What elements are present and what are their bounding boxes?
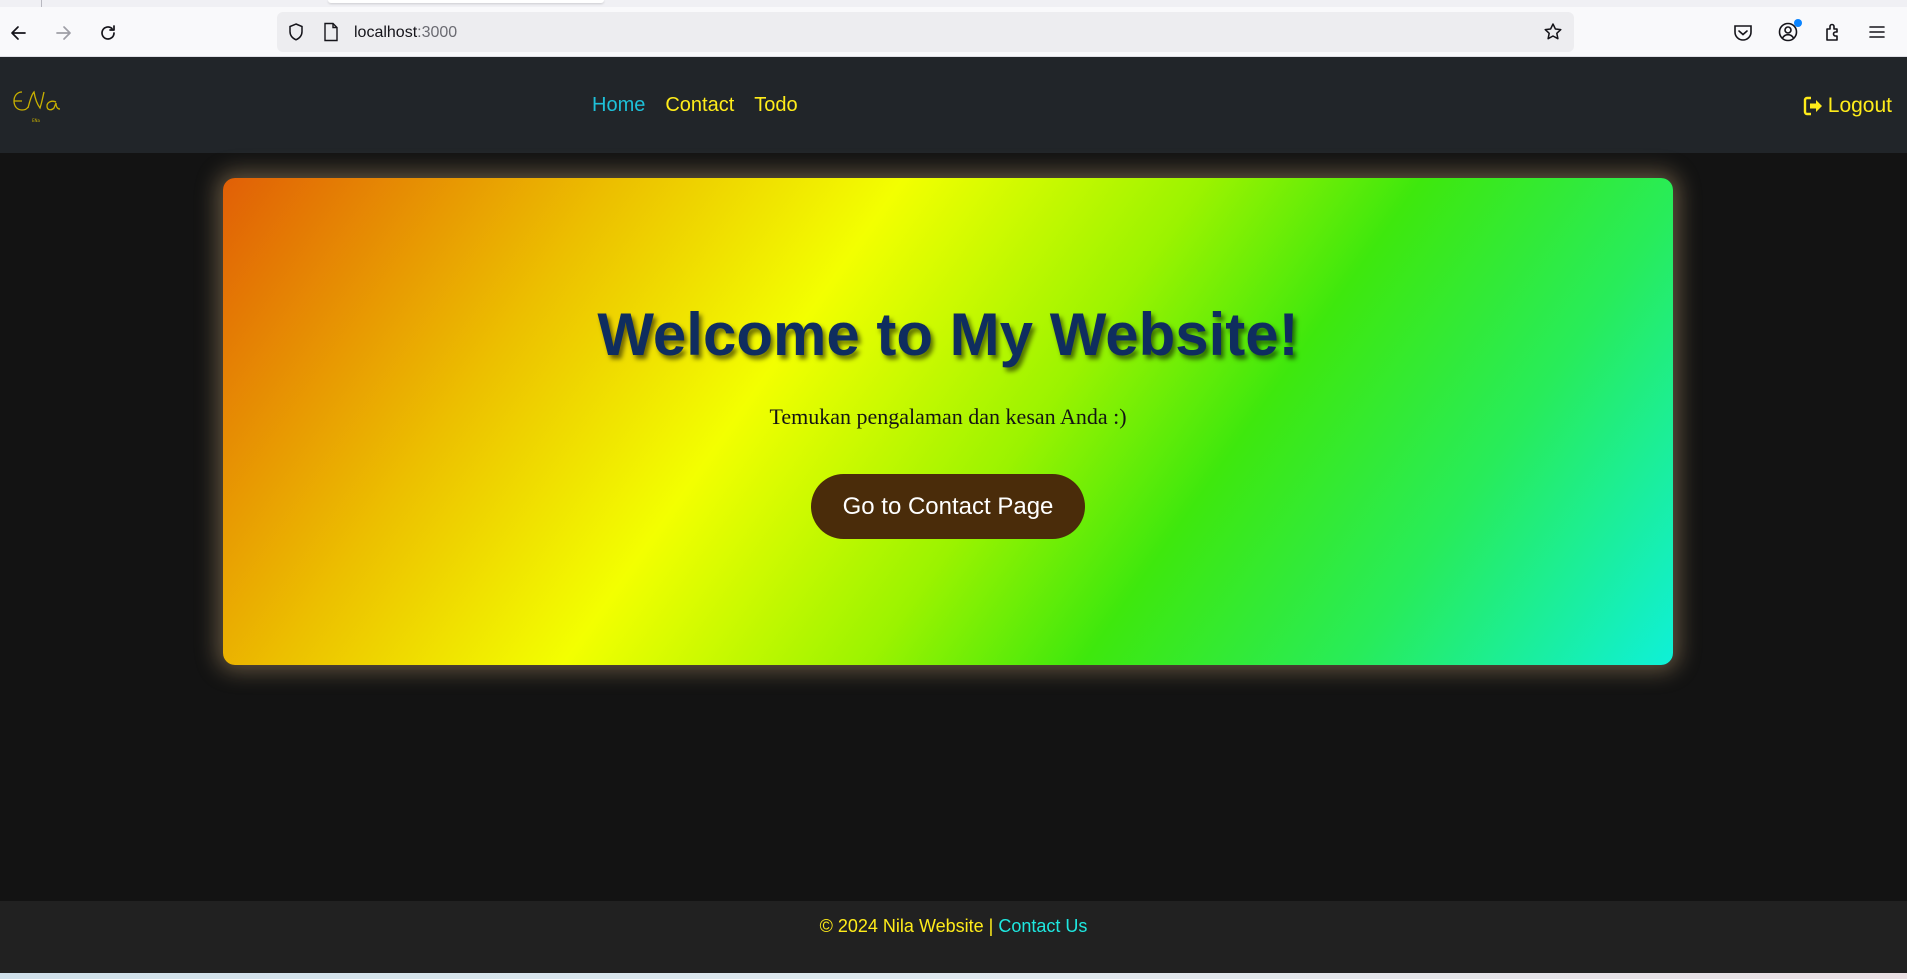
forward-icon [56, 26, 71, 40]
footer-contact-link[interactable]: Contact Us [998, 916, 1087, 936]
nav-link-todo[interactable]: Todo [754, 94, 797, 117]
nav-menu: Home Contact Todo [592, 94, 798, 117]
hero-title: Welcome to My Website! [597, 301, 1299, 368]
footer-copyright: © 2024 Nila Website | [819, 916, 999, 936]
go-to-contact-button[interactable]: Go to Contact Page [811, 474, 1085, 539]
menu-icon[interactable] [1866, 21, 1888, 43]
logout-label: Logout [1827, 94, 1892, 117]
logout-icon [1803, 96, 1822, 116]
brand-logo[interactable]: ENa [8, 82, 64, 126]
forward-button[interactable] [49, 19, 77, 47]
url-host: localhost [354, 24, 418, 41]
page-icon [324, 22, 338, 42]
taskbar-edge [0, 973, 1907, 979]
hero-subtitle: Temukan pengalaman dan kesan Anda :) [769, 404, 1127, 429]
site-footer [0, 901, 1907, 973]
active-tab[interactable] [328, 0, 604, 3]
logout-button[interactable]: Logout [1802, 94, 1892, 118]
url-text[interactable]: localhost:3000 [354, 24, 457, 42]
site-navbar [0, 57, 1907, 153]
url-port: :3000 [417, 24, 458, 41]
footer-text: © 2024 Nila Website | Contact Us [0, 916, 1907, 937]
logo-text: ENa [32, 118, 41, 123]
tab-strip [0, 0, 1907, 7]
extensions-icon[interactable] [1822, 21, 1844, 43]
hero-banner: Welcome to My Website! Temukan pengalama… [223, 178, 1673, 665]
reload-button[interactable] [94, 19, 122, 47]
back-button[interactable] [5, 19, 33, 47]
nav-link-home[interactable]: Home [592, 94, 645, 117]
back-icon [11, 26, 26, 40]
nav-link-contact[interactable]: Contact [665, 94, 734, 117]
tab-separator [41, 0, 42, 7]
account-notification-dot [1794, 19, 1802, 27]
reload-icon [101, 25, 115, 40]
shield-icon[interactable] [286, 22, 306, 42]
url-bar[interactable] [277, 12, 1574, 52]
pocket-icon[interactable] [1732, 21, 1754, 43]
bookmark-star-icon[interactable] [1543, 22, 1563, 42]
